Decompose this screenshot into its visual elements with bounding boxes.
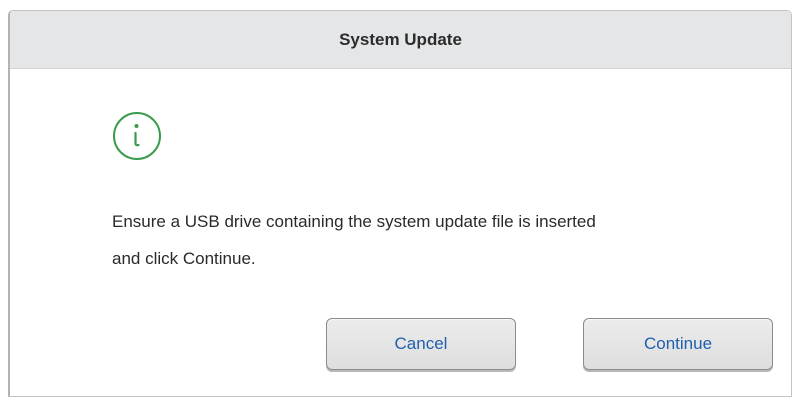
- dialog-titlebar: System Update: [10, 11, 791, 69]
- dialog-message: Ensure a USB drive containing the system…: [112, 203, 752, 277]
- cancel-button[interactable]: Cancel: [326, 318, 516, 370]
- message-line: and click Continue.: [112, 249, 256, 268]
- info-circle-icon: [113, 112, 161, 160]
- system-update-dialog: System Update Ensure a USB drive contain…: [8, 10, 792, 397]
- message-line: Ensure a USB drive containing the system…: [112, 212, 596, 231]
- continue-button[interactable]: Continue: [583, 318, 773, 370]
- dialog-title: System Update: [339, 29, 462, 49]
